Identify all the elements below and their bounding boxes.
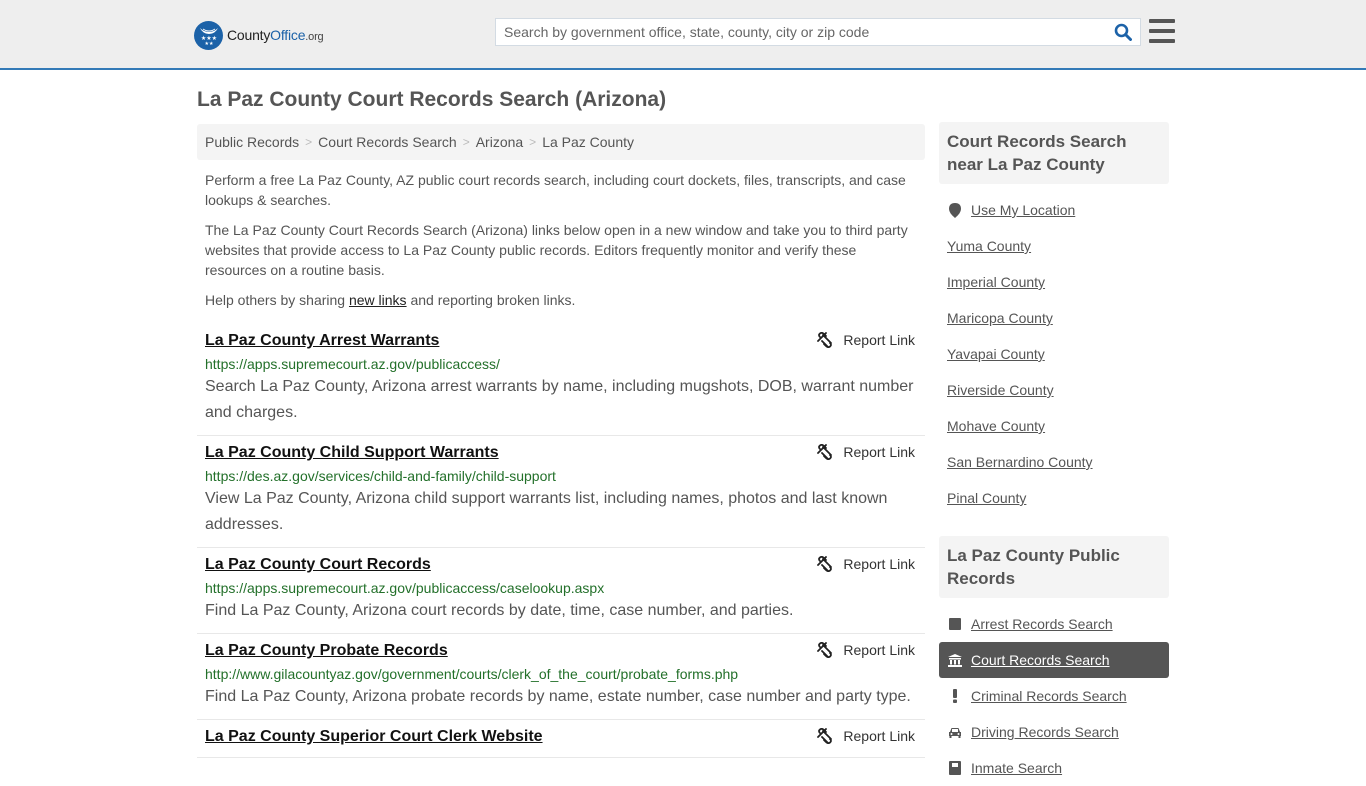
broken-link-icon bbox=[817, 332, 833, 348]
nearby-county-link[interactable]: Yavapai County bbox=[947, 346, 1045, 362]
report-link-button[interactable]: Report Link bbox=[817, 444, 915, 460]
resource-url: https://apps.supremecourt.az.gov/publica… bbox=[205, 580, 605, 596]
breadcrumb-separator: > bbox=[305, 135, 313, 149]
eagle-stars-icon: ★★★ ★★ bbox=[194, 20, 223, 50]
link-list: La Paz County Arrest Warrants https://ap… bbox=[197, 324, 925, 758]
list-item: La Paz County Probate Records http://www… bbox=[197, 634, 925, 720]
use-my-location-link[interactable]: Use My Location bbox=[971, 202, 1075, 218]
sidebar-item-label[interactable]: Arrest Records Search bbox=[971, 616, 1113, 632]
breadcrumb-item[interactable]: Public Records bbox=[205, 134, 299, 150]
resource-description: Search La Paz County, Arizona arrest war… bbox=[205, 378, 914, 421]
public-records-list: Arrest Records Search Court Records Sear… bbox=[939, 606, 1169, 786]
breadcrumb-separator: > bbox=[529, 135, 537, 149]
breadcrumb: Public Records > Court Records Search > … bbox=[197, 124, 925, 160]
page-title: La Paz County Court Records Search (Ariz… bbox=[197, 88, 667, 111]
sidebar-item-label[interactable]: Inmate Search bbox=[971, 760, 1062, 776]
breadcrumb-item[interactable]: La Paz County bbox=[542, 134, 634, 150]
exclamation-icon bbox=[947, 689, 963, 703]
nearby-county-item: Pinal County bbox=[939, 480, 1169, 516]
sidebar-item-inmate-search[interactable]: Inmate Search bbox=[939, 750, 1169, 786]
resource-description: Find La Paz County, Arizona probate reco… bbox=[205, 688, 911, 705]
nearby-county-link[interactable]: Riverside County bbox=[947, 382, 1054, 398]
nearby-heading: Court Records Search near La Paz County bbox=[939, 122, 1169, 184]
nearby-county-link[interactable]: Yuma County bbox=[947, 238, 1031, 254]
resource-url: https://des.az.gov/services/child-and-fa… bbox=[205, 468, 556, 484]
inmate-icon bbox=[947, 761, 963, 775]
nearby-county-link[interactable]: Maricopa County bbox=[947, 310, 1053, 326]
breadcrumb-item[interactable]: Court Records Search bbox=[318, 134, 457, 150]
intro-paragraph: The La Paz County Court Records Search (… bbox=[205, 222, 908, 278]
resource-title-link[interactable]: La Paz County Superior Court Clerk Websi… bbox=[205, 726, 543, 748]
sidebar-item-label[interactable]: Criminal Records Search bbox=[971, 688, 1127, 704]
broken-link-icon bbox=[817, 444, 833, 460]
sidebar-item-arrest-records[interactable]: Arrest Records Search bbox=[939, 606, 1169, 642]
broken-link-icon bbox=[817, 728, 833, 744]
report-link-button[interactable]: Report Link bbox=[817, 332, 915, 348]
use-location-item: Use My Location bbox=[939, 192, 1169, 228]
nearby-county-link[interactable]: San Bernardino County bbox=[947, 454, 1093, 470]
resource-title-link[interactable]: La Paz County Child Support Warrants bbox=[205, 442, 499, 464]
report-link-button[interactable]: Report Link bbox=[817, 556, 915, 572]
resource-title-link[interactable]: La Paz County Court Records bbox=[205, 554, 431, 576]
list-item: La Paz County Superior Court Clerk Websi… bbox=[197, 720, 925, 758]
broken-link-icon bbox=[817, 642, 833, 658]
hamburger-menu-icon[interactable] bbox=[1149, 19, 1175, 43]
search-input[interactable] bbox=[496, 19, 1106, 45]
sidebar-item-driving-records[interactable]: Driving Records Search bbox=[939, 714, 1169, 750]
report-link-button[interactable]: Report Link bbox=[817, 728, 915, 744]
nearby-county-item: Yuma County bbox=[939, 228, 1169, 264]
map-marker-icon bbox=[947, 202, 963, 218]
nearby-county-item: San Bernardino County bbox=[939, 444, 1169, 480]
intro-paragraph: Perform a free La Paz County, AZ public … bbox=[205, 172, 906, 208]
sidebar-item-court-records[interactable]: Court Records Search bbox=[939, 642, 1169, 678]
nearby-county-item: Riverside County bbox=[939, 372, 1169, 408]
nearby-county-link[interactable]: Imperial County bbox=[947, 274, 1045, 290]
search-bar bbox=[495, 18, 1141, 46]
list-item: La Paz County Child Support Warrants htt… bbox=[197, 436, 925, 548]
breadcrumb-separator: > bbox=[462, 135, 470, 149]
intro-text: Perform a free La Paz County, AZ public … bbox=[197, 170, 925, 310]
nearby-county-link[interactable]: Mohave County bbox=[947, 418, 1045, 434]
resource-description: Find La Paz County, Arizona court record… bbox=[205, 602, 794, 619]
new-links-link[interactable]: new links bbox=[349, 292, 407, 308]
report-link-button[interactable]: Report Link bbox=[817, 642, 915, 658]
resource-title-link[interactable]: La Paz County Probate Records bbox=[205, 640, 448, 662]
breadcrumb-item[interactable]: Arizona bbox=[476, 134, 523, 150]
sidebar-item-criminal-records[interactable]: Criminal Records Search bbox=[939, 678, 1169, 714]
search-icon bbox=[1114, 23, 1132, 41]
nearby-county-item: Mohave County bbox=[939, 408, 1169, 444]
sidebar: Court Records Search near La Paz County … bbox=[939, 122, 1169, 786]
intro-paragraph: Help others by sharing new links and rep… bbox=[205, 292, 576, 308]
resource-description: View La Paz County, Arizona child suppor… bbox=[205, 490, 888, 533]
nearby-county-item: Maricopa County bbox=[939, 300, 1169, 336]
sidebar-item-label[interactable]: Driving Records Search bbox=[971, 724, 1119, 740]
list-item: La Paz County Court Records https://apps… bbox=[197, 548, 925, 634]
square-icon bbox=[947, 618, 963, 630]
logo-text: CountyOffice.org bbox=[227, 27, 324, 43]
nearby-county-link[interactable]: Pinal County bbox=[947, 490, 1026, 506]
sidebar-item-label[interactable]: Court Records Search bbox=[971, 652, 1110, 668]
main-content: Public Records > Court Records Search > … bbox=[197, 124, 925, 758]
top-bar: ★★★ ★★ CountyOffice.org bbox=[0, 0, 1366, 70]
list-item: La Paz County Arrest Warrants https://ap… bbox=[197, 324, 925, 436]
nearby-county-item: Imperial County bbox=[939, 264, 1169, 300]
nearby-county-item: Yavapai County bbox=[939, 336, 1169, 372]
resource-url: https://apps.supremecourt.az.gov/publica… bbox=[205, 356, 500, 372]
resource-url: http://www.gilacountyaz.gov/government/c… bbox=[205, 666, 739, 682]
broken-link-icon bbox=[817, 556, 833, 572]
public-records-heading: La Paz County Public Records bbox=[939, 536, 1169, 598]
nearby-list: Use My Location Yuma County Imperial Cou… bbox=[939, 192, 1169, 516]
resource-title-link[interactable]: La Paz County Arrest Warrants bbox=[205, 330, 439, 352]
car-icon bbox=[947, 727, 963, 738]
site-logo[interactable]: ★★★ ★★ CountyOffice.org bbox=[194, 20, 324, 50]
courthouse-icon bbox=[947, 653, 963, 667]
svg-text:★★: ★★ bbox=[204, 41, 213, 45]
search-button[interactable] bbox=[1106, 19, 1140, 45]
